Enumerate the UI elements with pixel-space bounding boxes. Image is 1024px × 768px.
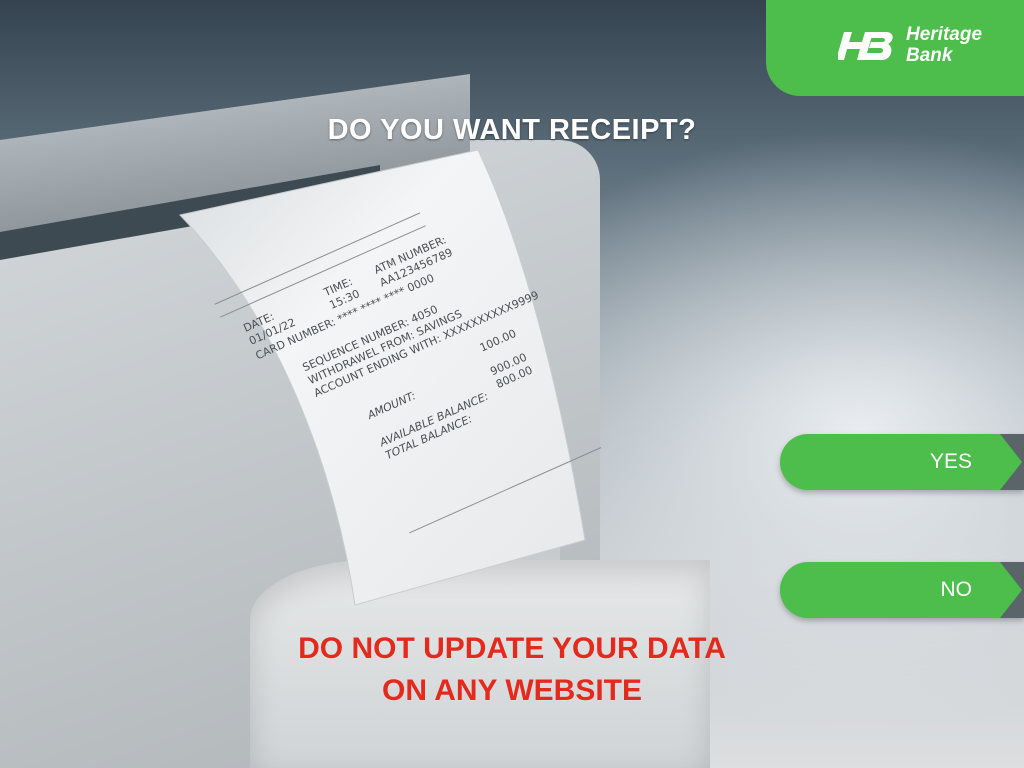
atm-screen: DATE: 01/01/22 TIME: 15:30 ATM NUMBER: A… <box>0 0 1024 768</box>
no-button[interactable]: NO <box>780 562 1024 618</box>
bank-logo-tab: Heritage Bank <box>766 0 1024 96</box>
bank-name-line1: Heritage <box>906 24 983 45</box>
bank-name: Heritage Bank <box>906 24 982 66</box>
receipt-prompt: DO YOU WANT RECEIPT? <box>327 114 697 146</box>
no-button-label: NO <box>940 578 973 601</box>
yes-button[interactable]: YES <box>780 434 1024 490</box>
yes-arrow-icon <box>1000 434 1024 490</box>
no-arrow-icon <box>1000 562 1024 618</box>
heritage-bank-logo-icon <box>838 32 893 60</box>
warning-line1: DO NOT UPDATE YOUR DATA <box>298 632 726 665</box>
warning-line2: ON ANY WEBSITE <box>381 674 643 707</box>
bank-name-line2: Bank <box>906 45 953 66</box>
yes-button-label: YES <box>929 450 972 473</box>
security-warning: DO NOT UPDATE YOUR DATA ON ANY WEBSITE <box>0 628 1024 712</box>
